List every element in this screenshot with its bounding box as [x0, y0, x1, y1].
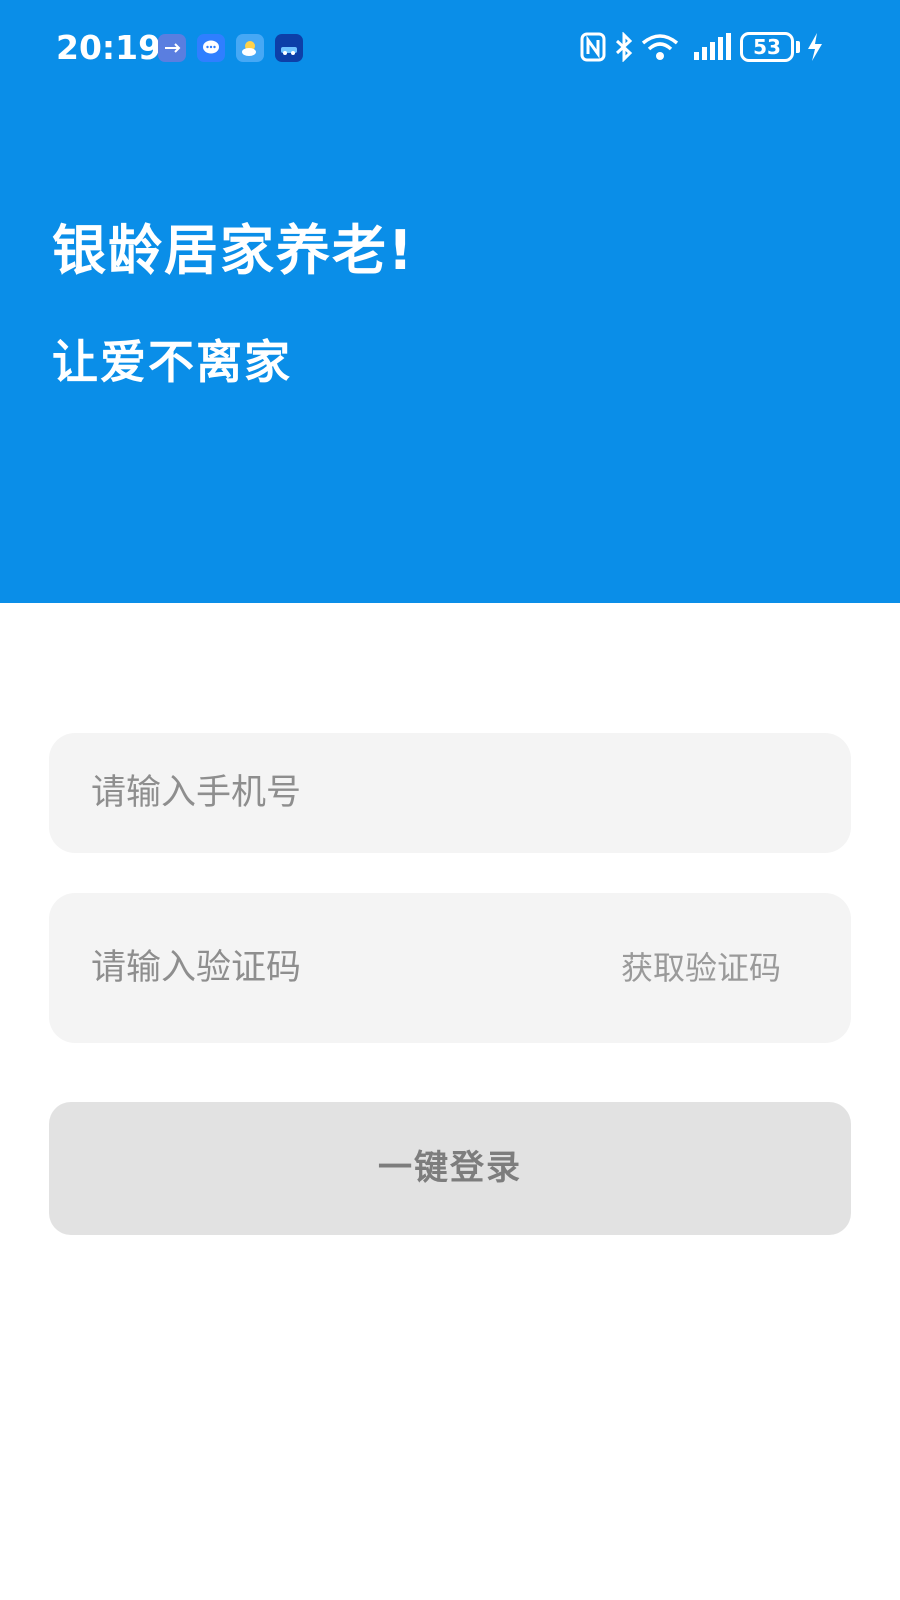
battery-icon: 53	[740, 32, 794, 62]
car-app-icon	[275, 34, 303, 62]
login-button[interactable]: 一键登录	[49, 1102, 851, 1235]
signal-icon	[692, 32, 732, 66]
wifi-icon	[640, 32, 680, 66]
battery-tip	[796, 41, 800, 53]
status-bar: 20:19 53	[0, 18, 900, 78]
get-code-button[interactable]: 获取验证码	[621, 893, 781, 1043]
page-title: 银龄居家养老!	[52, 219, 415, 282]
verification-code-field[interactable]: 获取验证码	[49, 893, 851, 1043]
page-subtitle: 让爱不离家	[52, 335, 292, 389]
bluetooth-icon	[614, 31, 634, 66]
system-status-icons: 53	[580, 31, 830, 66]
message-icon	[197, 34, 225, 62]
phone-field[interactable]	[49, 733, 851, 853]
hero-banner: 20:19 53 银龄居家养老! 让爱不离家	[0, 0, 900, 603]
verification-code-input[interactable]	[91, 893, 651, 1043]
nfc-icon	[580, 32, 606, 66]
charging-icon	[806, 32, 824, 66]
phone-input[interactable]	[91, 733, 651, 853]
weather-icon	[236, 34, 264, 62]
usb-icon	[158, 34, 186, 62]
status-time: 20:19	[56, 28, 162, 67]
